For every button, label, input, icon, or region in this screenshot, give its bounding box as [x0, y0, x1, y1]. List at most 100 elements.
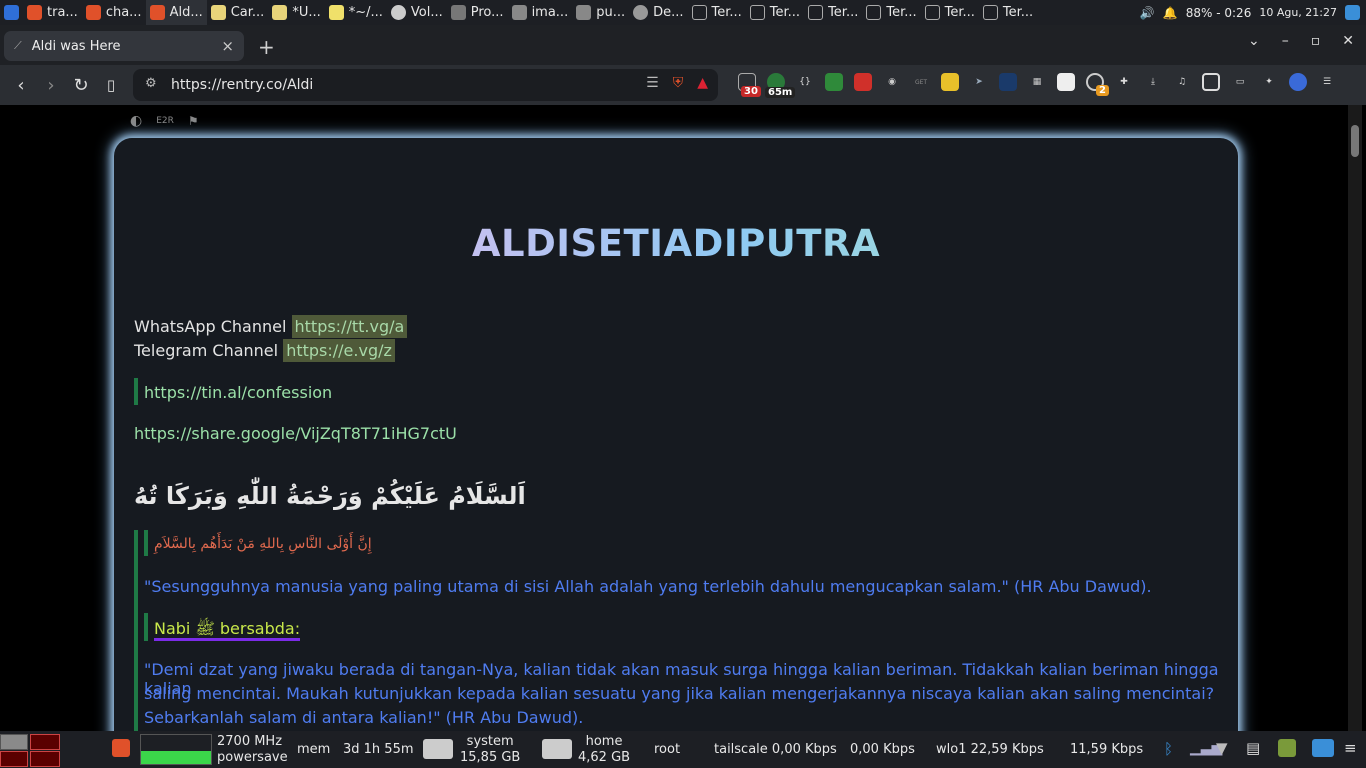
ext-blue-icon[interactable] [999, 73, 1017, 91]
task-item[interactable]: Car... [207, 0, 269, 25]
e2r-link[interactable]: E2R [156, 116, 174, 126]
volume-app-icon [390, 5, 406, 20]
task-item[interactable]: Vol... [387, 0, 447, 25]
tab-aldi[interactable]: ⟋ Aldi was Here × [4, 31, 244, 61]
blockquote-bar-nested [144, 530, 148, 556]
close-window-icon[interactable]: ✕ [1342, 33, 1354, 49]
reload-icon[interactable]: ↻ [66, 75, 96, 96]
window-controls: ⌄ – ▫ ✕ [1248, 33, 1354, 49]
task-item[interactable]: cha... [82, 0, 146, 25]
json-extension-icon[interactable]: {} [796, 73, 814, 91]
whatsapp-line: WhatsApp Channel https://tt.vg/a [134, 315, 408, 338]
puzzle-icon[interactable]: ✚ [1115, 73, 1133, 91]
task-item[interactable]: ima... [508, 0, 573, 25]
minimize-icon[interactable]: – [1282, 33, 1289, 49]
flag-icon[interactable]: ⚑ [188, 114, 199, 128]
tailscale-up-rate: 0,00 Kbps [850, 742, 915, 757]
volume-icon[interactable]: 🔊 [1140, 6, 1155, 20]
address-bar[interactable]: ⚙ https://rentry.co/Aldi ☰ ⛨ ▲ [133, 69, 718, 101]
task-item[interactable]: Ter... [979, 0, 1037, 25]
launcher-icon [4, 5, 19, 20]
task-item[interactable]: Ald... [145, 0, 207, 25]
clipboard-icon[interactable]: ▤ [1246, 739, 1260, 757]
ext-green-icon[interactable] [825, 73, 843, 91]
tab-list-icon[interactable]: ⌄ [1248, 33, 1260, 49]
system-panel: 2700 MHz powersave mem 3d 1h 55m system … [0, 731, 1366, 768]
task-item[interactable]: Pro... [447, 0, 508, 25]
timer-extension-icon[interactable]: 65m [765, 73, 796, 98]
tray-menu-icon[interactable]: ≡ [1344, 739, 1357, 757]
workspace-3[interactable] [0, 751, 28, 767]
leo-icon[interactable]: ✦ [1260, 73, 1278, 91]
task-item[interactable]: Ter... [862, 0, 920, 25]
notes-icon [272, 5, 288, 20]
site-info-icon[interactable]: ⚙ [145, 76, 157, 91]
whatsapp-link[interactable]: https://tt.vg/a [291, 315, 408, 338]
task-item[interactable]: Ter... [804, 0, 862, 25]
reader-mode-icon[interactable]: ☰ [646, 75, 659, 91]
workspace-1[interactable] [0, 734, 28, 750]
blockquote-bar [134, 530, 138, 731]
drive-icon [423, 739, 453, 763]
app-launcher[interactable] [0, 0, 23, 25]
salam-heading: اَلسَّلَامُ عَلَيْكُمْ وَرَحْمَةُ اللّٰه… [134, 482, 526, 510]
cpu-info: 2700 MHz powersave [217, 734, 288, 765]
telegram-link[interactable]: https://e.vg/z [283, 339, 395, 362]
bookmark-icon[interactable]: ▯ [96, 76, 126, 94]
close-icon[interactable]: × [221, 37, 234, 55]
clock[interactable]: 10 Agu, 21:27 [1259, 6, 1337, 19]
download-icon[interactable]: ⤓ [1144, 73, 1162, 91]
maximize-icon[interactable]: ▫ [1311, 33, 1321, 49]
new-tab-button[interactable]: + [258, 35, 275, 59]
drive-icon [542, 739, 572, 763]
theme-toggle-icon[interactable]: ◐ [130, 113, 142, 129]
url-text[interactable]: https://rentry.co/Aldi [171, 77, 313, 93]
workspace-4[interactable] [30, 751, 60, 767]
ext-dark-icon[interactable]: ▦ [1028, 73, 1046, 91]
bluetooth-icon[interactable]: ᛒ [1164, 740, 1173, 758]
music-icon[interactable]: ♫ [1173, 73, 1191, 91]
notification-icon[interactable]: 🔔 [1163, 6, 1178, 20]
brave-tray-icon[interactable] [112, 739, 130, 761]
task-item[interactable]: *~/... [325, 0, 387, 25]
brave-shields-icon[interactable]: ⛨ [673, 75, 684, 91]
task-item[interactable]: pu... [572, 0, 629, 25]
menu-icon[interactable]: ☰ [1318, 73, 1336, 91]
ext-red-icon[interactable] [854, 73, 872, 91]
forward-icon[interactable]: › [36, 75, 66, 96]
ext-white-icon[interactable] [1057, 73, 1075, 91]
share-link[interactable]: https://share.google/VijZqT8T71iHG7ctU [134, 424, 457, 443]
trash-extension-icon[interactable]: 30 [738, 73, 761, 97]
back-icon[interactable]: ‹ [6, 75, 36, 96]
terminal-icon [691, 5, 707, 20]
task-item[interactable]: *U... [268, 0, 324, 25]
sidebar-icon[interactable] [1202, 73, 1220, 91]
vpn-icon[interactable]: ▼ [1216, 739, 1228, 757]
terminal-icon [924, 5, 940, 20]
battery-status[interactable]: 88% - 0:26 [1186, 6, 1252, 20]
confession-link[interactable]: https://tin.al/confession [144, 383, 332, 402]
scroll-thumb[interactable] [1351, 125, 1359, 157]
desktop-icon[interactable] [1345, 5, 1360, 20]
brave-rewards-icon[interactable]: ▲ [697, 75, 708, 91]
root-label: root [654, 742, 681, 757]
workspace-2[interactable] [30, 734, 60, 750]
terminal-icon [866, 5, 882, 20]
page-scrollbar[interactable] [1348, 105, 1362, 731]
home-disk: home 4,62 GB [578, 734, 631, 765]
trash-tray-icon[interactable] [1278, 739, 1296, 761]
wallet-icon[interactable]: ▭ [1231, 73, 1249, 91]
task-item[interactable]: Ter... [688, 0, 746, 25]
task-item[interactable]: tra... [23, 0, 82, 25]
getcrx-icon[interactable]: GET [912, 73, 930, 91]
task-item[interactable]: Ter... [746, 0, 804, 25]
ext-yellow-icon[interactable] [941, 73, 959, 91]
screen-tray-icon[interactable] [1312, 739, 1334, 761]
camera-icon[interactable]: ◉ [883, 73, 901, 91]
cursor-icon[interactable]: ➤ [970, 73, 988, 91]
tailscale-rate: tailscale 0,00 Kbps [714, 742, 837, 757]
task-item[interactable]: Ter... [921, 0, 979, 25]
task-item[interactable]: De... [629, 0, 687, 25]
profile-icon[interactable] [1289, 73, 1307, 91]
ext-notif-icon[interactable]: 2 [1086, 73, 1109, 96]
